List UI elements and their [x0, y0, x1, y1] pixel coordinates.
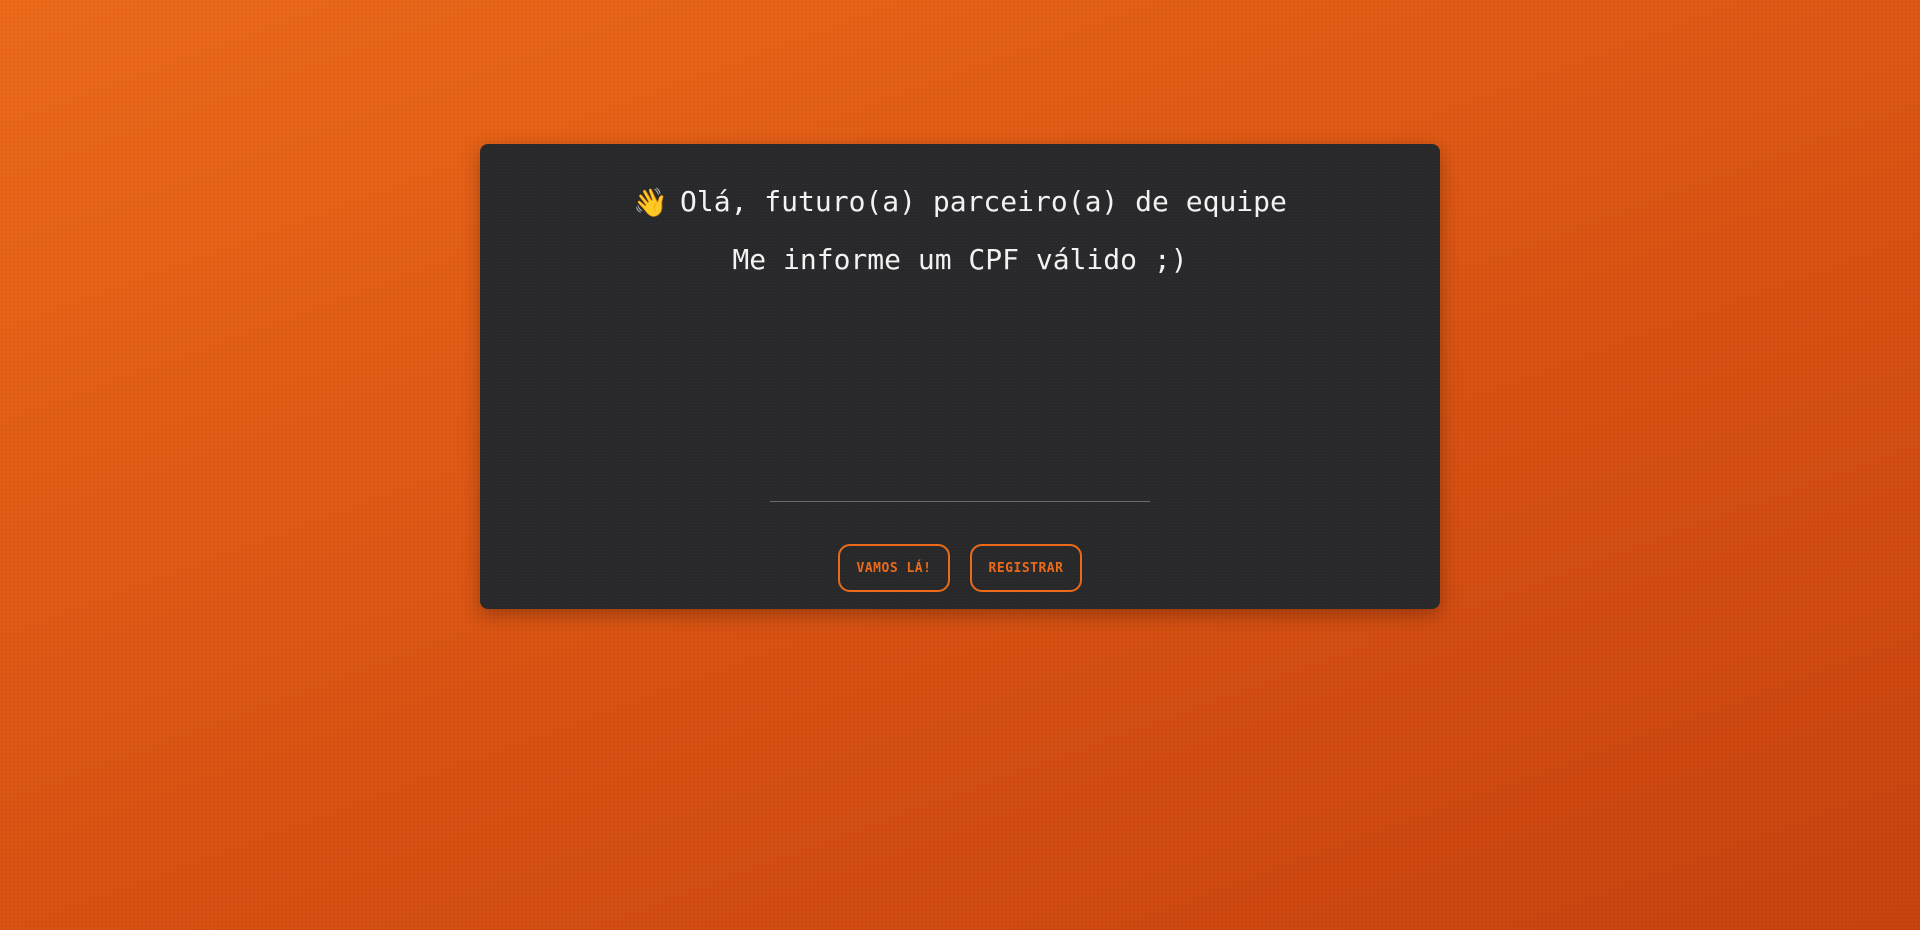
greeting-text: Olá, futuro(a) parceiro(a) de equipe	[680, 185, 1287, 218]
registrar-button[interactable]: REGISTRAR	[970, 544, 1082, 592]
cpf-instruction: Me informe um CPF válido ;)	[732, 243, 1188, 276]
cpf-input[interactable]	[770, 460, 1150, 502]
button-group: VAMOS LÁ! REGISTRAR	[480, 544, 1440, 592]
vamos-la-button[interactable]: VAMOS LÁ!	[838, 544, 950, 592]
greeting-heading: 👋 Olá, futuro(a) parceiro(a) de equipe	[480, 182, 1440, 223]
cpf-card: 👋 Olá, futuro(a) parceiro(a) de equipe Me…	[480, 144, 1440, 609]
waving-hand-icon: 👋	[633, 186, 668, 219]
